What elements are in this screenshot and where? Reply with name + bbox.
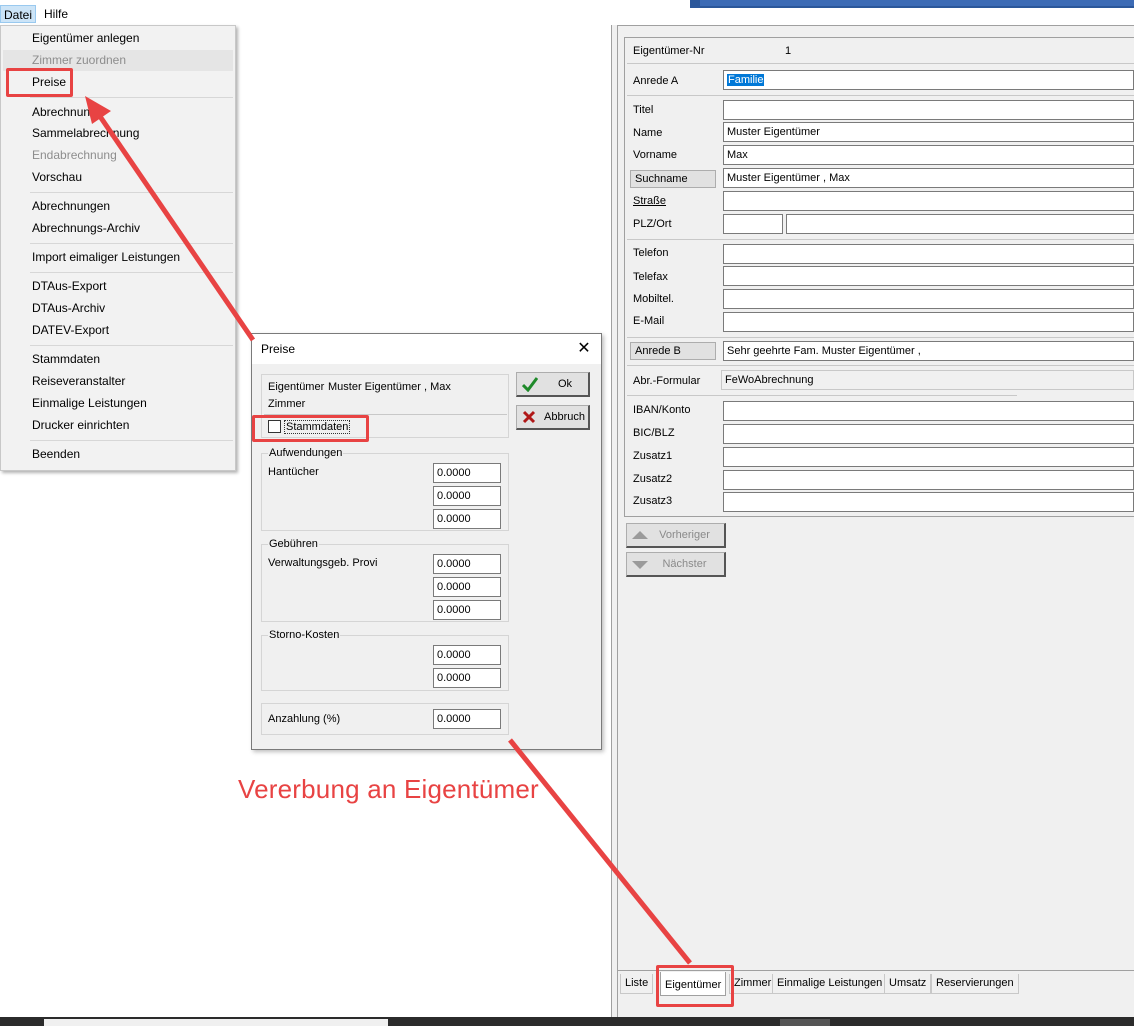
highlight-stammdaten	[252, 415, 369, 442]
annotation-label: Vererbung an Eigentümer	[238, 774, 539, 804]
arrow-line-to-preise	[94, 110, 256, 342]
arrow-head-icon	[85, 96, 111, 124]
annotation-arrows	[85, 96, 692, 965]
highlight-tab-eigentuemer	[656, 965, 734, 1007]
highlight-preise	[6, 68, 73, 97]
